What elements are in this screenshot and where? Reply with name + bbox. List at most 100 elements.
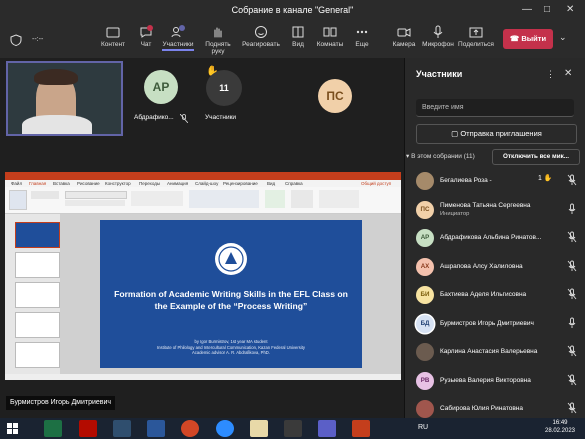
font-format-row[interactable] (65, 200, 125, 206)
minimize-icon[interactable]: — (522, 4, 532, 15)
close-window-icon[interactable]: ✕ (566, 4, 574, 15)
microphone-icon (433, 25, 443, 38)
title-bar: Собрание в канале "General" — □ ✕ (0, 0, 585, 22)
mic-off-icon[interactable] (567, 174, 577, 186)
ppt-tab[interactable]: Конструктор (105, 180, 131, 187)
slide-thumbnail[interactable] (15, 312, 60, 338)
slide-title: Formation of Academic Writing Skills in … (114, 289, 348, 311)
microphone-button[interactable]: Микрофон (418, 25, 458, 48)
ppt-tab[interactable]: Справка (285, 180, 303, 187)
dictate-icon[interactable] (291, 190, 313, 208)
font-selector[interactable] (65, 191, 127, 199)
designer-icon[interactable] (265, 190, 285, 208)
zoom-icon[interactable] (216, 420, 234, 437)
language-indicator[interactable]: RU (418, 424, 428, 431)
app-icon[interactable] (284, 420, 302, 437)
new-slide-icon[interactable] (31, 191, 59, 199)
raise-hand-button[interactable]: Поднять руку (198, 25, 238, 55)
opera-icon[interactable] (181, 420, 199, 437)
participants-overflow-tile[interactable]: ✋ 11 Участники (198, 62, 254, 128)
shield-icon (10, 34, 22, 46)
ppt-tab[interactable]: Рисование (77, 180, 100, 187)
leave-options-chevron-icon[interactable]: ⌄ (559, 32, 567, 43)
share-invite-icon: ▢ (451, 129, 459, 138)
participant-row[interactable]: АХ Ашрапова Алсу Халиловна (412, 254, 582, 282)
in-meeting-section-header[interactable]: ▾ В этом собрании (11) (406, 152, 475, 160)
person-hair (34, 69, 78, 85)
maximize-icon[interactable]: □ (544, 4, 550, 15)
mic-off-icon[interactable] (567, 260, 577, 272)
react-button[interactable]: Реагировать (241, 25, 281, 48)
participant-tile[interactable]: АР Абдрафико... (134, 62, 200, 128)
participant-row[interactable]: АР Абдрафикова Альбина Ринатов... (412, 225, 582, 253)
mic-on-icon[interactable] (567, 203, 577, 215)
slide-thumbnail[interactable] (15, 342, 60, 368)
slide-thumbnail[interactable] (15, 222, 60, 248)
teams-icon[interactable] (318, 420, 336, 437)
editing-group[interactable] (319, 190, 359, 208)
participant-search-input[interactable]: Введите имя (416, 99, 574, 117)
participant-name: Ашрапова Алсу Халиловна (440, 262, 523, 270)
send-invitation-button[interactable]: ▢ Отправка приглашения (416, 124, 577, 144)
ppt-tab[interactable]: Анимация (167, 180, 188, 187)
participants-button[interactable]: Участники (158, 25, 198, 51)
avatar: АР (416, 229, 434, 247)
avatar: АР (144, 70, 178, 104)
windows-start-icon[interactable] (4, 420, 22, 437)
mic-off-icon[interactable] (567, 402, 577, 414)
ppt-tab[interactable]: Рецензирование (223, 180, 258, 187)
participant-row[interactable]: БД Бурмистров Игорь Дмитриевич (412, 311, 582, 339)
overflow-count: 11 (206, 70, 242, 106)
powerpoint-icon[interactable] (352, 420, 370, 437)
participant-row[interactable]: РВ Рузыева Валерия Викторовна (412, 368, 582, 396)
mic-off-icon[interactable] (567, 374, 577, 386)
slide-thumbnail[interactable] (15, 252, 60, 278)
participant-tile-name: Абдрафико... (134, 114, 174, 121)
paragraph-group[interactable] (131, 191, 183, 206)
word-icon[interactable] (147, 420, 165, 437)
mic-off-icon[interactable] (567, 288, 577, 300)
ppt-tab[interactable]: Переходы (139, 180, 160, 187)
panel-popout-icon[interactable]: ⋮ (546, 69, 555, 80)
share-icon (469, 27, 483, 38)
participant-row[interactable]: БИ Бахтиева Аделя Ильгисовна (412, 282, 582, 310)
ppt-tab[interactable]: Файл (11, 180, 22, 187)
ppt-tab[interactable]: Слайд-шоу (195, 180, 218, 187)
slide-thumbnail[interactable] (15, 282, 60, 308)
panel-close-icon[interactable]: ✕ (564, 68, 572, 79)
share-button[interactable]: Поделиться (456, 25, 496, 48)
slide-thumbnails (5, 214, 60, 374)
participant-name: Бахтиева Аделя Ильгисовна (440, 291, 527, 298)
participant-name: Рузыева Валерия Викторовна (440, 376, 531, 384)
avatar-photo (416, 172, 434, 190)
mute-all-button[interactable]: Отключить все мик... (492, 149, 580, 165)
mic-off-icon[interactable] (567, 345, 577, 357)
acrobat-icon[interactable] (79, 420, 97, 437)
slide-byline-block: by Igor Burmistrov, 1st year MA student … (108, 339, 354, 356)
paste-icon[interactable] (9, 190, 27, 210)
save-disk-icon[interactable] (113, 420, 131, 437)
leave-button[interactable]: ☎ Выйти (503, 29, 553, 49)
participant-role: Инициатор (440, 210, 470, 217)
person-shirt (22, 115, 92, 134)
chevron-down-icon: ▾ (406, 153, 410, 160)
mic-on-icon[interactable] (567, 317, 577, 329)
drawing-group[interactable] (189, 190, 259, 208)
participant-row[interactable]: Бегалиева Роза -1 ✋ (412, 168, 582, 196)
avatar: РВ (416, 371, 434, 390)
more-button[interactable]: Еще (342, 25, 382, 48)
participant-name: Карлина Анастасия Валерьевна (440, 348, 538, 355)
self-video-tile[interactable] (6, 61, 123, 136)
participant-name: Абдрафикова Альбина Ринатов... (440, 234, 542, 241)
ppt-tab[interactable]: Вид (267, 180, 275, 187)
avatar: ПС (416, 200, 434, 219)
avatar: БИ (416, 286, 434, 304)
excel-icon[interactable] (44, 420, 62, 437)
participant-row[interactable]: ПС Пименова Татьяна Сергеевна Инициатор (412, 197, 582, 225)
system-clock[interactable]: 16:49 28.02.2023 (535, 419, 585, 435)
participant-row[interactable]: Карлина Анастасия Валерьевна (412, 339, 582, 367)
file-explorer-icon[interactable] (250, 420, 268, 437)
ppt-share-button[interactable]: Общий доступ (361, 180, 391, 187)
ppt-tab[interactable]: Вставка (53, 180, 70, 187)
mic-off-icon[interactable] (567, 231, 577, 243)
